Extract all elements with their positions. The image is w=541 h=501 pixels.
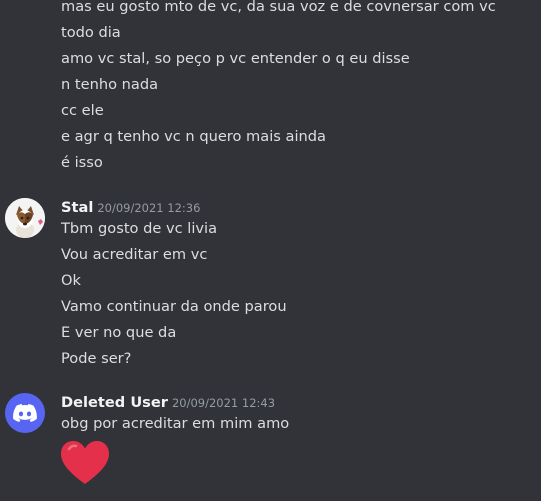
dog-avatar-icon xyxy=(5,198,45,238)
message-timestamp: 20/09/2021 12:36 xyxy=(97,201,201,215)
heart-emoji[interactable] xyxy=(60,440,110,486)
message-line: é isso xyxy=(61,154,103,171)
message-line: e agr q tenho vc n quero mais ainda xyxy=(61,128,326,145)
avatar-deleted-user[interactable] xyxy=(5,393,45,433)
message-header: Stal 20/09/2021 12:36 xyxy=(61,197,200,218)
message-timestamp: 20/09/2021 12:43 xyxy=(171,396,276,410)
message-line: todo dia xyxy=(61,24,121,41)
message-line: Tbm gosto de vc livia xyxy=(61,220,218,237)
message-line: amo vc stal, so peço p vc entender o q e… xyxy=(61,50,410,67)
discord-logo-icon xyxy=(13,404,37,422)
heart-icon xyxy=(61,441,109,484)
message-line: mas eu gosto mto de vc, da sua voz e de … xyxy=(61,0,496,15)
chat-messages: mas eu gosto mto de vc, da sua voz e de … xyxy=(0,0,541,501)
author-name[interactable]: Deleted User xyxy=(61,394,168,411)
message-line: obg por acreditar em mim amo xyxy=(61,415,290,432)
message-line: Vou acreditar em vc xyxy=(61,246,208,263)
message-line: cc ele xyxy=(61,102,104,119)
message-line: Ok xyxy=(61,272,81,289)
message-header: Deleted User 20/09/2021 12:43 xyxy=(61,392,275,413)
message-line: Pode ser? xyxy=(61,350,132,367)
message-line: E ver no que da xyxy=(61,324,177,341)
message-line: n tenho nada xyxy=(61,76,159,93)
message-line: Vamo continuar da onde parou xyxy=(61,298,287,315)
author-name[interactable]: Stal xyxy=(61,199,93,216)
avatar-stal[interactable] xyxy=(5,198,45,238)
